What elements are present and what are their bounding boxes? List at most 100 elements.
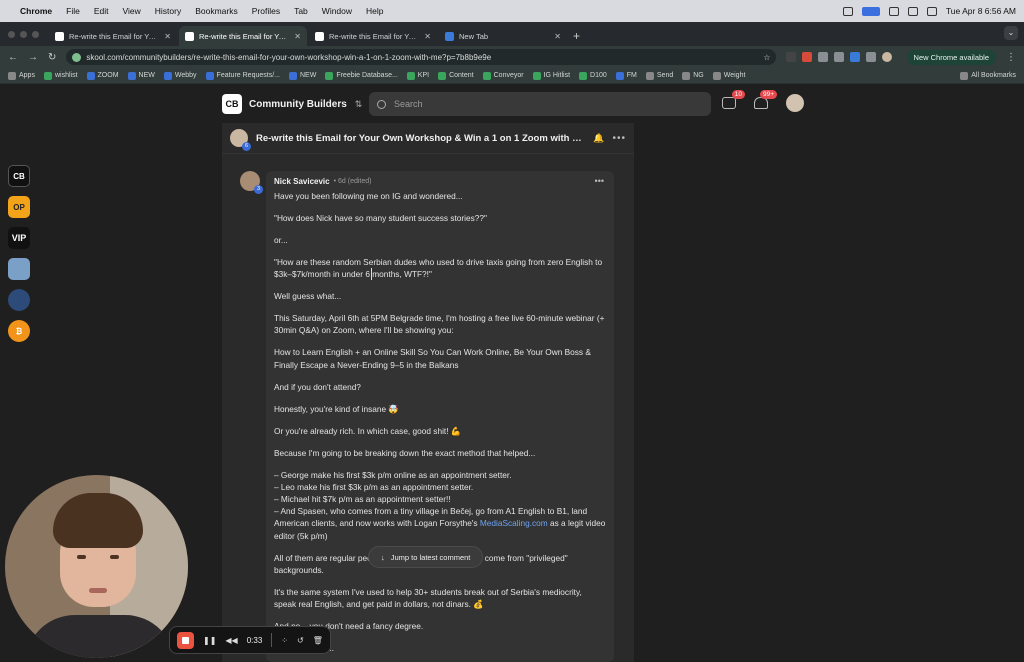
comment-paragraph: or... (274, 235, 288, 245)
tab-search-chevron-icon[interactable]: ⌄ (1004, 26, 1018, 40)
dock-app-bitcoin[interactable]: ₿ (8, 320, 30, 342)
new-chrome-available-button[interactable]: New Chrome available (906, 49, 996, 65)
follow-bell-icon[interactable]: 🔔 (593, 133, 604, 144)
menu-app-name[interactable]: Chrome (20, 6, 52, 16)
close-window-icon[interactable] (8, 30, 15, 38)
close-tab-icon[interactable]: ✕ (554, 32, 561, 41)
bookmark-item[interactable]: D100 (579, 71, 607, 80)
comment-author[interactable]: Nick Savicevic (274, 177, 330, 186)
comment-body: Have you been following me on IG and won… (274, 190, 606, 654)
new-tab-plus-icon[interactable]: + (573, 26, 580, 46)
bookmark-item[interactable]: Feature Requests/... (205, 71, 280, 80)
dock-app-globe-icon[interactable] (8, 289, 30, 311)
address-bar[interactable]: skool.com/communitybuilders/re-write-thi… (66, 49, 777, 65)
bookmark-item[interactable]: Conveyor (482, 71, 524, 80)
close-tab-icon[interactable]: ✕ (164, 32, 171, 41)
bookmark-apps[interactable]: Apps (8, 71, 35, 80)
tab-2[interactable]: Re-write this Email for Your C ✕ (179, 26, 307, 46)
bookmark-item[interactable]: Weight (712, 71, 745, 80)
menu-profiles[interactable]: Profiles (252, 6, 280, 16)
bookmark-star-icon[interactable]: ☆ (763, 53, 770, 62)
user-avatar[interactable] (786, 94, 804, 112)
mediascaling-link[interactable]: MediaScaling.com (480, 518, 548, 528)
screen-record-icon[interactable] (861, 6, 880, 16)
site-info-icon[interactable] (72, 52, 82, 62)
all-bookmarks[interactable]: All Bookmarks (960, 71, 1016, 80)
menu-window[interactable]: Window (322, 6, 352, 16)
dock-app-cat-icon[interactable] (8, 258, 30, 280)
zoom-window-icon[interactable] (32, 30, 39, 38)
webcam-person-eye (110, 555, 119, 559)
comment-author-avatar[interactable]: 3 (240, 171, 263, 194)
restart-icon[interactable]: ↺ (297, 636, 304, 645)
menu-help[interactable]: Help (366, 6, 383, 16)
battery-icon[interactable] (926, 6, 937, 16)
menu-file[interactable]: File (66, 6, 80, 16)
community-name[interactable]: Community Builders (249, 99, 347, 110)
jump-to-latest-button[interactable]: ↓ Jump to latest comment (368, 546, 484, 568)
tab-3[interactable]: Re-write this Email for Your C ✕ (309, 26, 437, 46)
chat-icon[interactable]: 10 (722, 90, 745, 109)
menu-edit[interactable]: Edit (94, 6, 109, 16)
bookmark-item[interactable]: wishlist (43, 71, 78, 80)
bookmark-item[interactable]: NEW (127, 71, 155, 80)
tab-4[interactable]: New Tab ✕ (439, 26, 567, 46)
profile-avatar-icon[interactable] (882, 52, 893, 62)
extension-icon[interactable] (818, 52, 829, 62)
grid-icon[interactable]: ⁘ (281, 636, 288, 645)
bookmark-label: IG Hitlist (543, 72, 571, 79)
status-icon[interactable] (888, 6, 899, 16)
level-badge: 6 (242, 142, 251, 151)
bookmark-item[interactable]: Freebie Database... (325, 71, 398, 80)
menu-history[interactable]: History (155, 6, 181, 16)
clock[interactable]: Tue Apr 8 6:56 AM (946, 6, 1016, 16)
skool-favicon-icon (185, 31, 194, 41)
bookmark-item[interactable]: IG Hitlist (532, 71, 571, 80)
bookmark-item[interactable]: NG (682, 71, 704, 80)
post-more-icon[interactable]: ••• (612, 133, 626, 144)
bookmark-item[interactable]: Content (438, 71, 474, 80)
comment-more-icon[interactable]: ••• (595, 176, 604, 186)
extension-icon[interactable] (850, 52, 861, 62)
url-text[interactable]: skool.com/communitybuilders/re-write-thi… (86, 53, 491, 62)
post-author-avatar[interactable]: 6 (230, 129, 251, 151)
forward-arrow-icon[interactable]: → (28, 52, 38, 63)
skool-favicon-icon (55, 31, 64, 41)
switch-community-icon[interactable]: ⇅ (355, 99, 363, 110)
rewind-icon[interactable]: ◀◀ (225, 636, 237, 645)
extension-icon[interactable] (834, 52, 845, 62)
bookmark-item[interactable]: KPI (406, 71, 429, 80)
community-logo[interactable]: CB (222, 94, 242, 114)
dock-app-community-builders[interactable]: CB (8, 165, 30, 187)
search-input[interactable]: Search (369, 92, 711, 116)
bookmark-item[interactable]: ZOOM (86, 71, 119, 80)
kebab-menu-icon[interactable]: ⋮ (1006, 52, 1016, 63)
bookmark-item[interactable]: FM (615, 71, 637, 80)
tab-1[interactable]: Re-write this Email for Your ✕ (49, 26, 177, 46)
close-tab-icon[interactable]: ✕ (294, 32, 301, 41)
bookmark-item[interactable]: Webby (163, 71, 197, 80)
extension-icon[interactable] (786, 52, 797, 62)
bookmark-item[interactable]: NEW (288, 71, 316, 80)
dock-app-op[interactable]: OP (8, 196, 30, 218)
bookmark-icon (645, 71, 654, 80)
dock-app-vip[interactable]: VIP (8, 227, 30, 249)
menu-view[interactable]: View (122, 6, 140, 16)
menu-bookmarks[interactable]: Bookmarks (195, 6, 238, 16)
notifications-bell-icon[interactable]: 99+ (754, 90, 777, 109)
pause-icon[interactable]: ❚❚ (203, 636, 216, 645)
trash-icon[interactable]: 🗑 (313, 636, 323, 645)
stop-recording-button[interactable] (177, 631, 194, 649)
bookmark-item[interactable]: Send (645, 71, 673, 80)
skool-favicon-icon (315, 31, 324, 41)
minimize-window-icon[interactable] (20, 30, 27, 38)
back-arrow-icon[interactable]: ← (8, 52, 18, 63)
reload-icon[interactable]: ↻ (48, 52, 56, 63)
menu-tab[interactable]: Tab (294, 6, 308, 16)
puzzle-icon[interactable] (866, 52, 877, 62)
wifi-icon[interactable] (907, 6, 918, 16)
close-tab-icon[interactable]: ✕ (424, 32, 431, 41)
docs-icon (205, 71, 214, 80)
mic-icon[interactable] (842, 6, 853, 16)
extension-icon[interactable] (802, 52, 813, 62)
